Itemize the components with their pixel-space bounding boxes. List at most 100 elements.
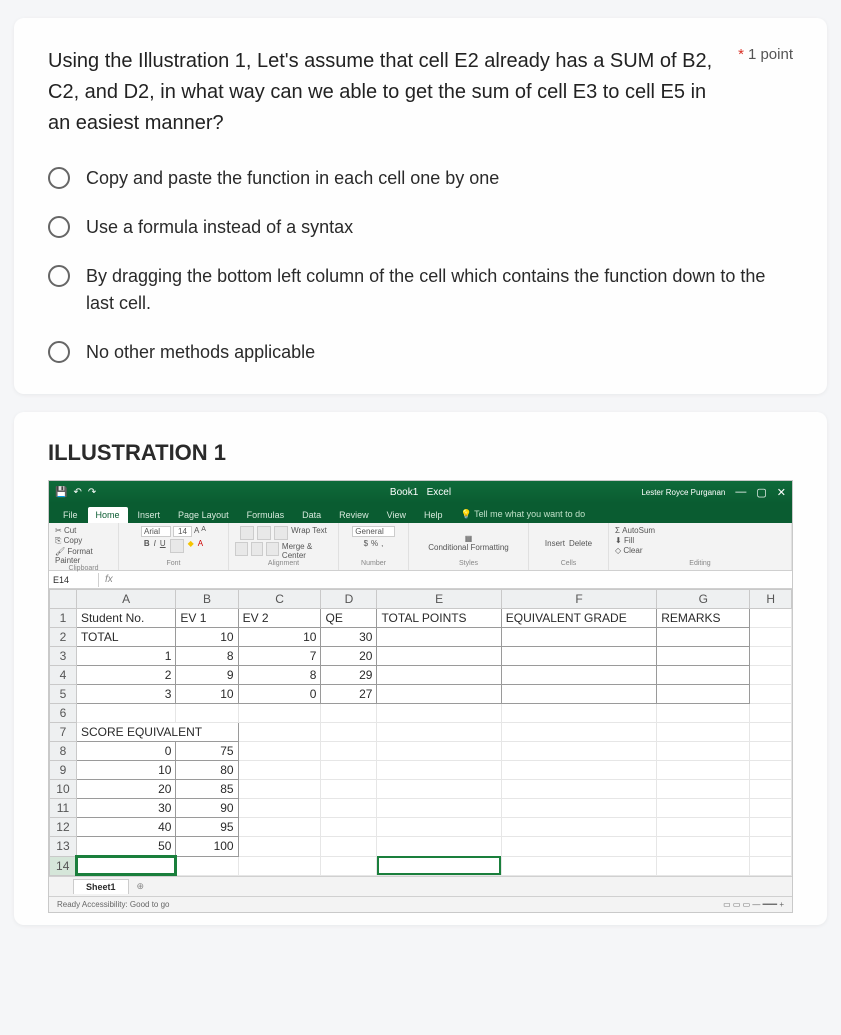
comma-icon[interactable]: , [381,539,383,548]
name-box[interactable]: E14 [49,573,99,587]
cell[interactable]: 2 [76,666,175,685]
cell[interactable] [176,856,238,875]
cell[interactable] [377,799,501,818]
cell[interactable] [657,780,750,799]
col-D[interactable]: D [321,590,377,609]
row-header[interactable]: 11 [50,799,77,818]
cell[interactable] [321,742,377,761]
minimize-icon[interactable]: — [735,486,746,498]
cell[interactable] [501,723,656,742]
close-icon[interactable]: ✕ [777,486,786,499]
cell[interactable] [657,723,750,742]
cell[interactable] [321,837,377,857]
cell[interactable] [377,685,501,704]
shrink-font-icon[interactable]: A [201,526,206,537]
undo-icon[interactable]: ↶ [73,487,81,498]
cell[interactable] [377,742,501,761]
font-size[interactable]: 14 [173,526,192,537]
cell[interactable]: 3 [76,685,175,704]
cell[interactable] [501,685,656,704]
tab-page-layout[interactable]: Page Layout [170,507,237,523]
clear-button[interactable]: ◇ Clear [615,546,643,555]
cell[interactable] [377,856,501,875]
cell[interactable] [377,761,501,780]
percent-icon[interactable]: % [371,539,378,548]
row-header[interactable]: 4 [50,666,77,685]
cell[interactable] [238,723,321,742]
cell[interactable] [501,666,656,685]
cell[interactable]: 100 [176,837,238,857]
cell[interactable] [76,856,175,875]
fill-color-button[interactable]: ◆ [188,539,194,553]
wrap-text-button[interactable]: Wrap Text [291,526,327,540]
col-C[interactable]: C [238,590,321,609]
cell[interactable] [377,723,501,742]
cell[interactable] [750,628,792,647]
row-header[interactable]: 2 [50,628,77,647]
cell[interactable] [657,856,750,875]
cell[interactable] [750,609,792,628]
tab-data[interactable]: Data [294,507,329,523]
zoom-controls[interactable]: ▭ ▭ ▭ — ━━━ + [723,900,784,909]
formula-bar[interactable] [119,578,792,582]
cell[interactable] [501,856,656,875]
cell[interactable] [501,704,656,723]
col-E[interactable]: E [377,590,501,609]
cell[interactable] [750,723,792,742]
cell[interactable]: 1 [76,647,175,666]
cell[interactable]: 27 [321,685,377,704]
cell[interactable]: EV 1 [176,609,238,628]
align-middle-icon[interactable] [257,526,271,540]
cell[interactable] [501,647,656,666]
tab-review[interactable]: Review [331,507,377,523]
cell[interactable] [750,685,792,704]
tab-view[interactable]: View [379,507,414,523]
cell[interactable]: 29 [321,666,377,685]
format-painter-button[interactable]: 🖌 Format Painter [55,547,112,565]
cell[interactable] [750,780,792,799]
cell[interactable] [750,704,792,723]
col-F[interactable]: F [501,590,656,609]
cell[interactable] [238,856,321,875]
option-2[interactable]: Use a formula instead of a syntax [48,214,793,241]
row-header[interactable]: 7 [50,723,77,742]
cell[interactable] [377,818,501,837]
tab-insert[interactable]: Insert [130,507,169,523]
cell[interactable] [377,837,501,857]
cell[interactable] [238,761,321,780]
cell[interactable] [657,837,750,857]
currency-icon[interactable]: $ [364,539,368,548]
col-H[interactable]: H [750,590,792,609]
row-header[interactable]: 1 [50,609,77,628]
number-format[interactable]: General [352,526,394,537]
cell[interactable] [321,856,377,875]
cell[interactable] [321,780,377,799]
row-header[interactable]: 13 [50,837,77,857]
cell[interactable] [750,666,792,685]
cell[interactable] [377,647,501,666]
bold-button[interactable]: B [144,539,150,553]
align-center-icon[interactable] [251,542,264,556]
cell[interactable]: 40 [76,818,175,837]
cell[interactable] [501,780,656,799]
col-G[interactable]: G [657,590,750,609]
grow-font-icon[interactable]: A [194,526,199,537]
cell[interactable]: 20 [76,780,175,799]
cell[interactable] [321,761,377,780]
cell[interactable] [321,704,377,723]
cell[interactable]: 85 [176,780,238,799]
cell[interactable] [176,704,238,723]
cell[interactable] [750,761,792,780]
row-header[interactable]: 12 [50,818,77,837]
cell[interactable] [377,628,501,647]
cell[interactable] [321,818,377,837]
cell[interactable] [238,837,321,857]
cell[interactable] [750,799,792,818]
align-left-icon[interactable] [235,542,248,556]
cell[interactable] [657,704,750,723]
font-name[interactable]: Arial [141,526,171,537]
cell[interactable] [501,837,656,857]
cell[interactable]: 10 [238,628,321,647]
cell[interactable]: EV 2 [238,609,321,628]
tab-formulas[interactable]: Formulas [239,507,293,523]
